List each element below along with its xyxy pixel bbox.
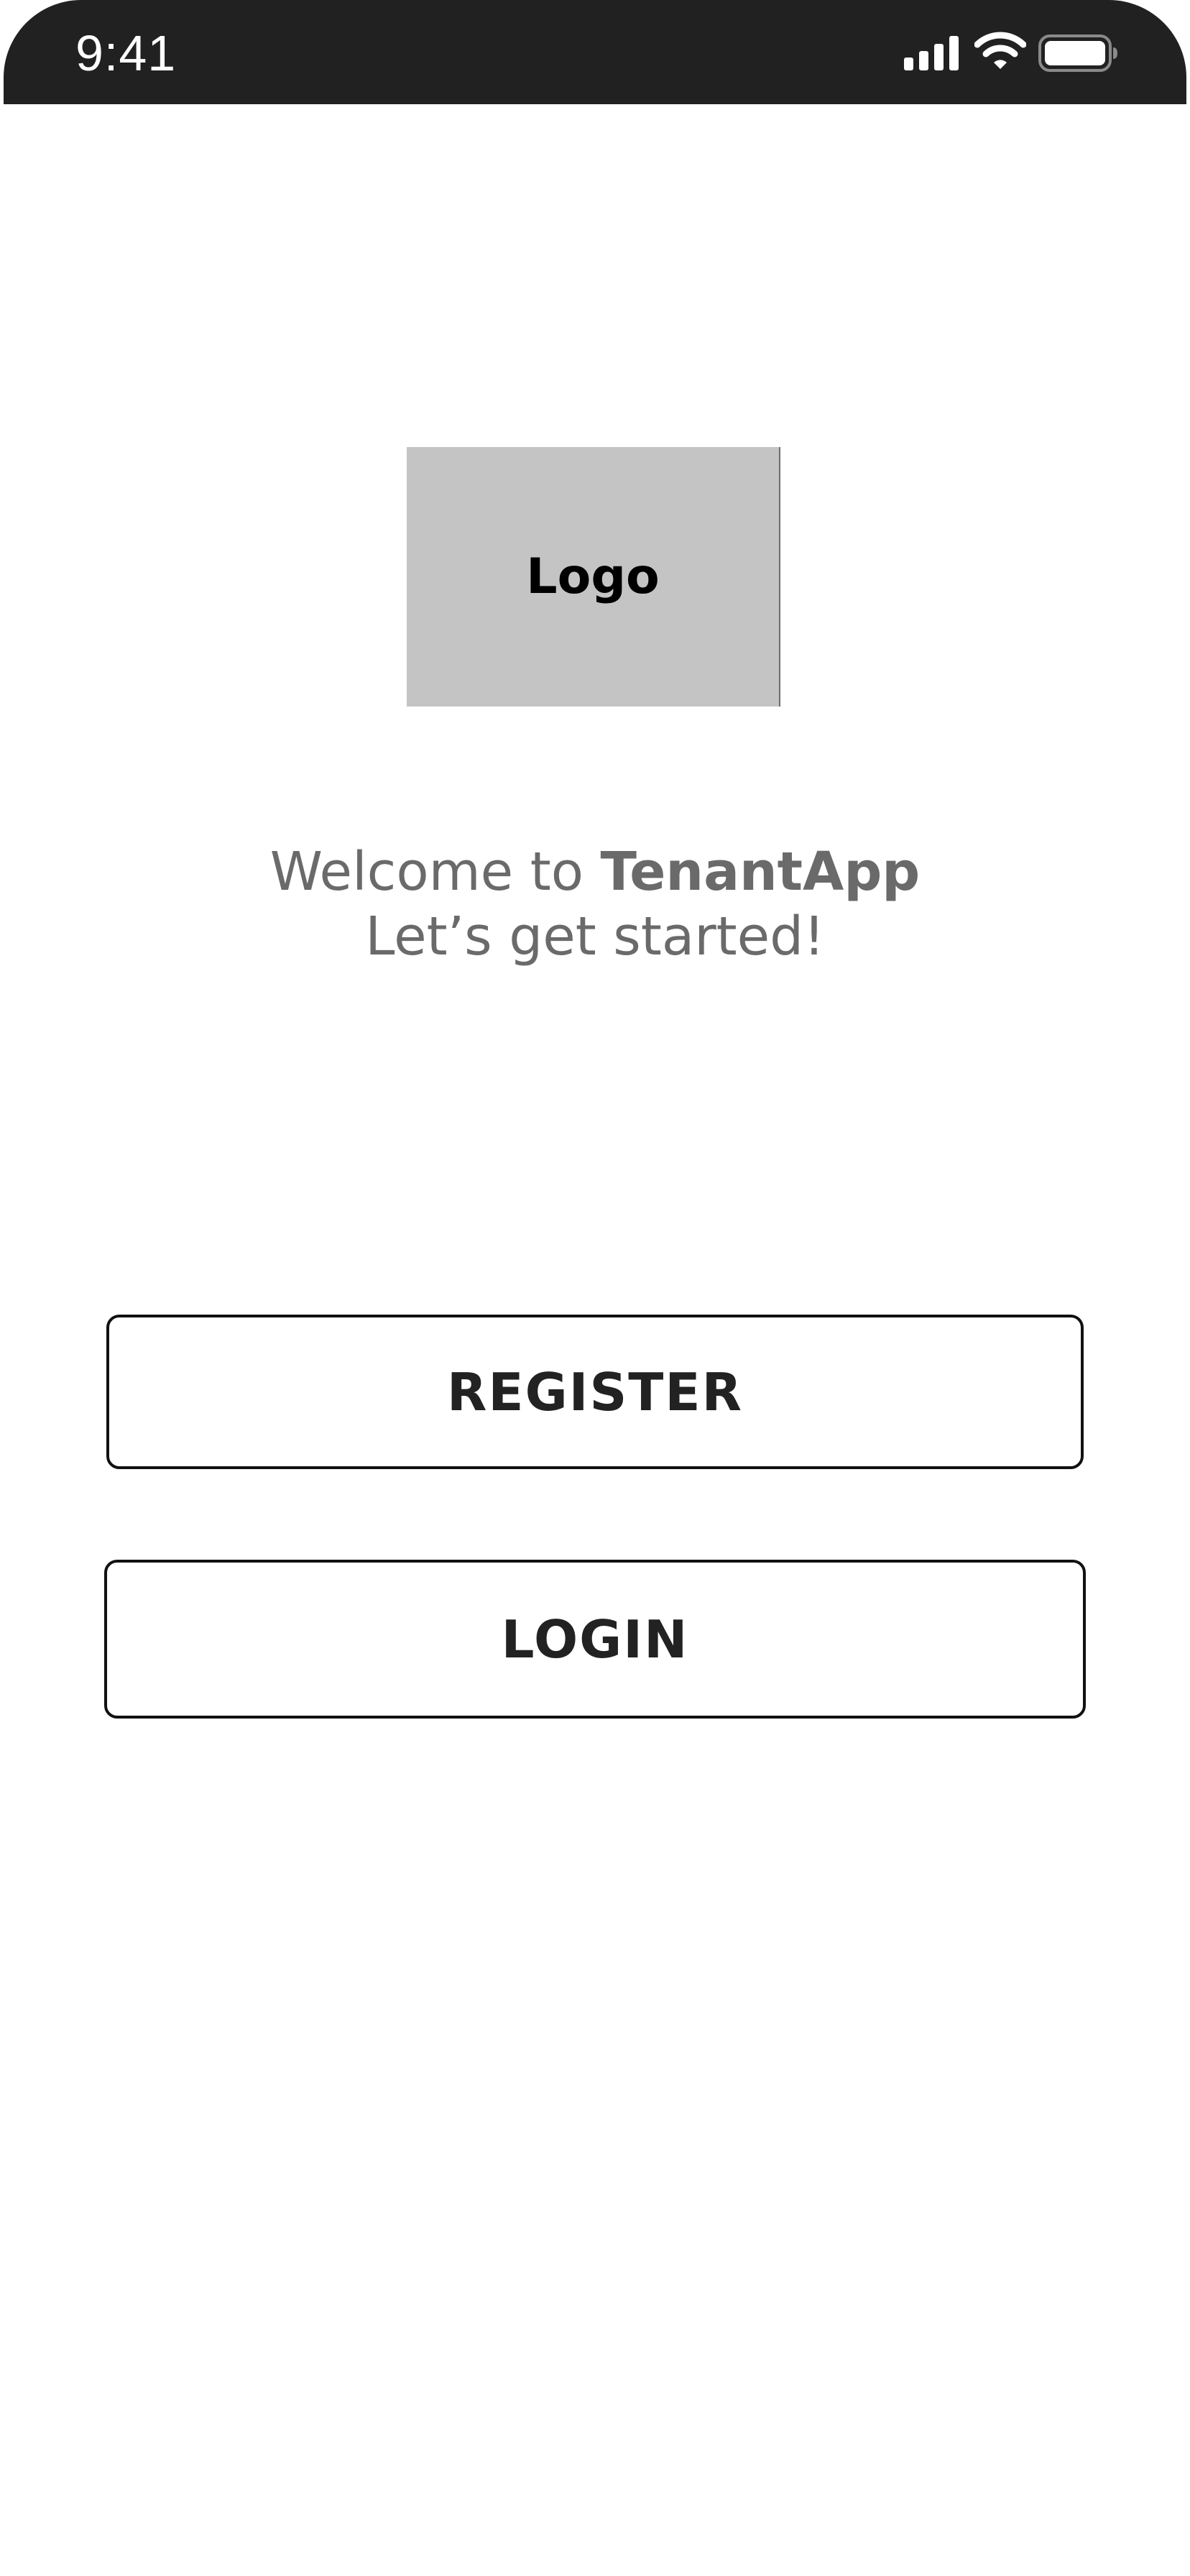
welcome-subtitle: Let’s get started! — [365, 906, 825, 967]
logo-placeholder: Logo — [407, 447, 780, 707]
welcome-line: Welcome to TenantApp — [0, 840, 1190, 904]
cellular-signal-icon — [904, 36, 959, 70]
wifi-icon — [974, 32, 1026, 69]
app-name: TenantApp — [600, 841, 921, 903]
welcome-message: Welcome to TenantApp Let’s get started! — [0, 840, 1190, 969]
status-bar: 9:41 — [4, 0, 1186, 104]
battery-icon — [1038, 34, 1117, 72]
status-time: 9:41 — [75, 25, 177, 81]
register-button[interactable]: REGISTER — [106, 1315, 1084, 1469]
logo-label: Logo — [526, 548, 660, 605]
welcome-prefix: Welcome to — [269, 841, 601, 903]
login-button[interactable]: LOGIN — [104, 1560, 1086, 1719]
